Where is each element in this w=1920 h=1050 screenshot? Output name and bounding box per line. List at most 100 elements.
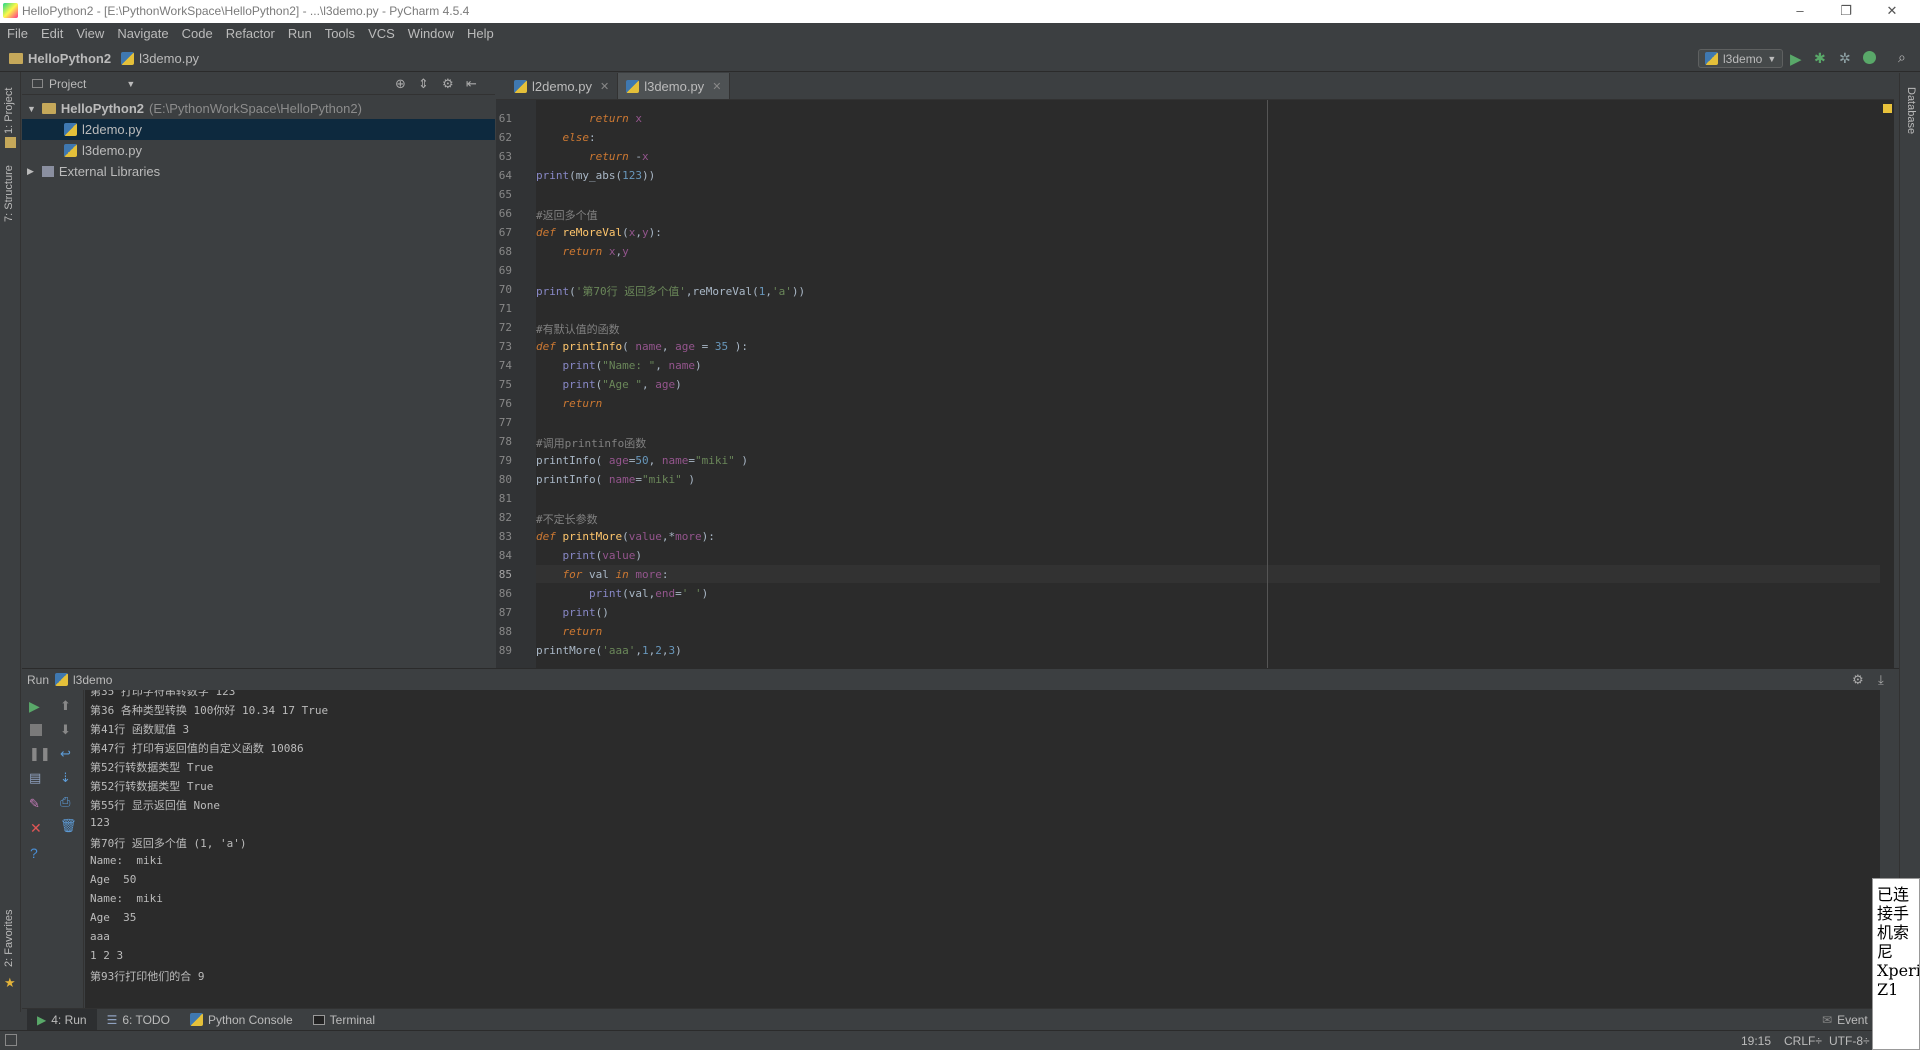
breadcrumb-project[interactable]: HelloPython2 [28,51,111,66]
tab-python-console[interactable]: Python Console [180,1009,303,1031]
code-line: #调用printinfo函数 [536,437,647,450]
line-number: 64 [498,169,512,182]
event-log-tab[interactable]: ✉ Event [1812,1009,1878,1031]
line-separator[interactable]: CRLF÷ [1784,1034,1822,1048]
menu-vcs[interactable]: VCS [361,23,401,45]
collapse-icon[interactable]: ⇕ [418,76,429,92]
line-number: 73 [498,340,512,353]
run-icon[interactable]: ▶ [1790,50,1802,68]
soft-wrap-icon[interactable]: ↩ [60,746,74,761]
console-output[interactable]: 第35 打印字符串转数字 123 第36 各种类型转换 100你好 10.34 … [85,690,1880,1008]
scroll-to-end-icon[interactable]: ⇣ [60,770,74,785]
menu-code[interactable]: Code [175,23,219,45]
console-line: 第35 打印字符串转数字 123 [90,690,236,698]
up-arrow-icon[interactable]: ⬆ [60,698,74,713]
code-editor[interactable]: return x else: return -x print(my_abs(12… [536,100,1894,668]
tab-run[interactable]: ▶ 4: Run [27,1008,97,1031]
run-config-dropdown[interactable]: l3demo ▼ [1698,49,1784,68]
breadcrumb-file[interactable]: l3demo.py [139,51,199,66]
coverage-icon[interactable]: ✲ [1839,50,1851,67]
menu-file[interactable]: File [0,23,34,45]
navigation-bar: HelloPython2 l3demo.py l3demo ▼ ▶ ✱ ✲ ⌕ [0,45,1920,72]
code-line: print("Age ", age) [562,378,682,391]
print-icon[interactable]: ⎙ [60,794,74,809]
menu-tools[interactable]: Tools [318,23,361,45]
tree-file-l3demo[interactable]: l3demo.py [22,140,495,161]
tree-external-libraries[interactable]: ▶ External Libraries [22,161,495,182]
menu-window[interactable]: Window [401,23,460,45]
console-line: Age 50 [90,873,137,886]
project-view-selector[interactable]: Project [49,77,86,91]
pin-icon[interactable]: ✎ [29,796,43,811]
tab-l2demo[interactable]: l2demo.py ✕ [506,73,619,99]
python-file-icon [121,52,135,65]
line-number: 61 [498,112,512,125]
tab-python-console-label: Python Console [207,1012,293,1027]
menu-navigate[interactable]: Navigate [110,23,174,45]
run-toolbar-primary: ▶ ❚❚ ▤ ✎ ✕ ? [22,690,51,1008]
console-line: Name: miki [90,854,163,867]
menu-refactor[interactable]: Refactor [219,23,281,45]
structure-tool-tab[interactable]: 7: Structure [3,165,15,222]
line-number: 66 [498,207,512,220]
run-icon: ▶ [37,1012,47,1027]
project-tool-tab[interactable]: 1: Project [3,88,15,134]
console-line: Name: miki [90,892,163,905]
hide-panel-icon[interactable]: ⇤ [466,76,477,92]
file-encoding[interactable]: UTF-8÷ [1829,1034,1870,1048]
todo-icon: ☰ [106,1012,118,1027]
trash-icon[interactable]: 🗑 [60,818,77,833]
restore-button[interactable]: ❐ [1823,0,1869,23]
status-bar: 19:15 CRLF÷ UTF-8÷ [0,1030,1920,1050]
tab-terminal[interactable]: Terminal [303,1009,385,1031]
database-tool-tab[interactable]: Database [1905,87,1917,134]
tab-todo[interactable]: ☰ 6: TODO [97,1009,180,1031]
profile-icon[interactable] [1863,51,1876,64]
console-line: 第47行 打印有返回值的自定义函数 10086 [90,742,304,755]
tab-l3demo[interactable]: l3demo.py ✕ [618,73,731,99]
close-tab-icon[interactable]: ✕ [600,80,609,93]
console-line: 第52行转数据类型 True [90,761,214,774]
close-icon[interactable]: ✕ [30,820,44,836]
expand-arrow-icon[interactable]: ▶ [27,166,34,177]
caret-position[interactable]: 19:15 [1741,1034,1771,1048]
tree-file-l2demo[interactable]: l2demo.py [22,119,495,140]
line-number: 78 [498,435,512,448]
down-arrow-icon[interactable]: ⬇ [60,722,74,737]
console-line: 第70行 返回多个值 (1, 'a') [90,837,247,850]
hide-panel-icon[interactable]: ⤓ [1878,672,1884,688]
chevron-down-icon[interactable]: ▼ [126,79,135,89]
tree-root-name: HelloPython2 [60,101,144,116]
rerun-icon[interactable]: ▶ [29,698,43,714]
search-everywhere-icon[interactable]: ⌕ [1898,49,1906,66]
debug-icon[interactable]: ✱ [1814,50,1826,67]
stop-icon[interactable] [30,724,42,736]
line-number: 79 [498,454,512,467]
error-stripe[interactable] [1880,100,1894,668]
menu-edit[interactable]: Edit [34,23,69,45]
gear-icon[interactable]: ⚙ [1852,672,1864,688]
python-file-icon [64,144,77,157]
toggle-tool-windows-icon[interactable] [5,1034,17,1046]
menu-view[interactable]: View [69,23,110,45]
code-line: print('第70行 返回多个值',reMoreVal(1,'a')) [536,285,806,298]
sync-icon[interactable]: ⊕ [395,76,406,92]
gear-icon[interactable]: ⚙ [442,76,454,92]
view-icon [32,79,43,88]
warning-icon[interactable] [1883,104,1892,113]
tree-root[interactable]: ▼ HelloPython2 (E:\PythonWorkSpace\Hello… [22,98,495,119]
line-number-current: 85 [498,568,512,581]
close-tab-icon[interactable]: ✕ [712,80,721,93]
tree-external-label: External Libraries [58,164,161,179]
pause-icon[interactable]: ❚❚ [29,746,51,761]
code-line: print(val,end=' ') [588,587,709,600]
menu-run[interactable]: Run [281,23,318,45]
favorites-tool-tab[interactable]: 2: Favorites [3,910,15,967]
restore-layout-icon[interactable]: ▤ [29,770,43,785]
minimize-button[interactable]: – [1777,0,1823,23]
menu-help[interactable]: Help [460,23,500,45]
help-icon[interactable]: ? [30,845,44,861]
close-button[interactable]: ✕ [1869,0,1915,23]
project-tool-icon [5,137,16,148]
expand-arrow-icon[interactable]: ▼ [27,104,36,114]
